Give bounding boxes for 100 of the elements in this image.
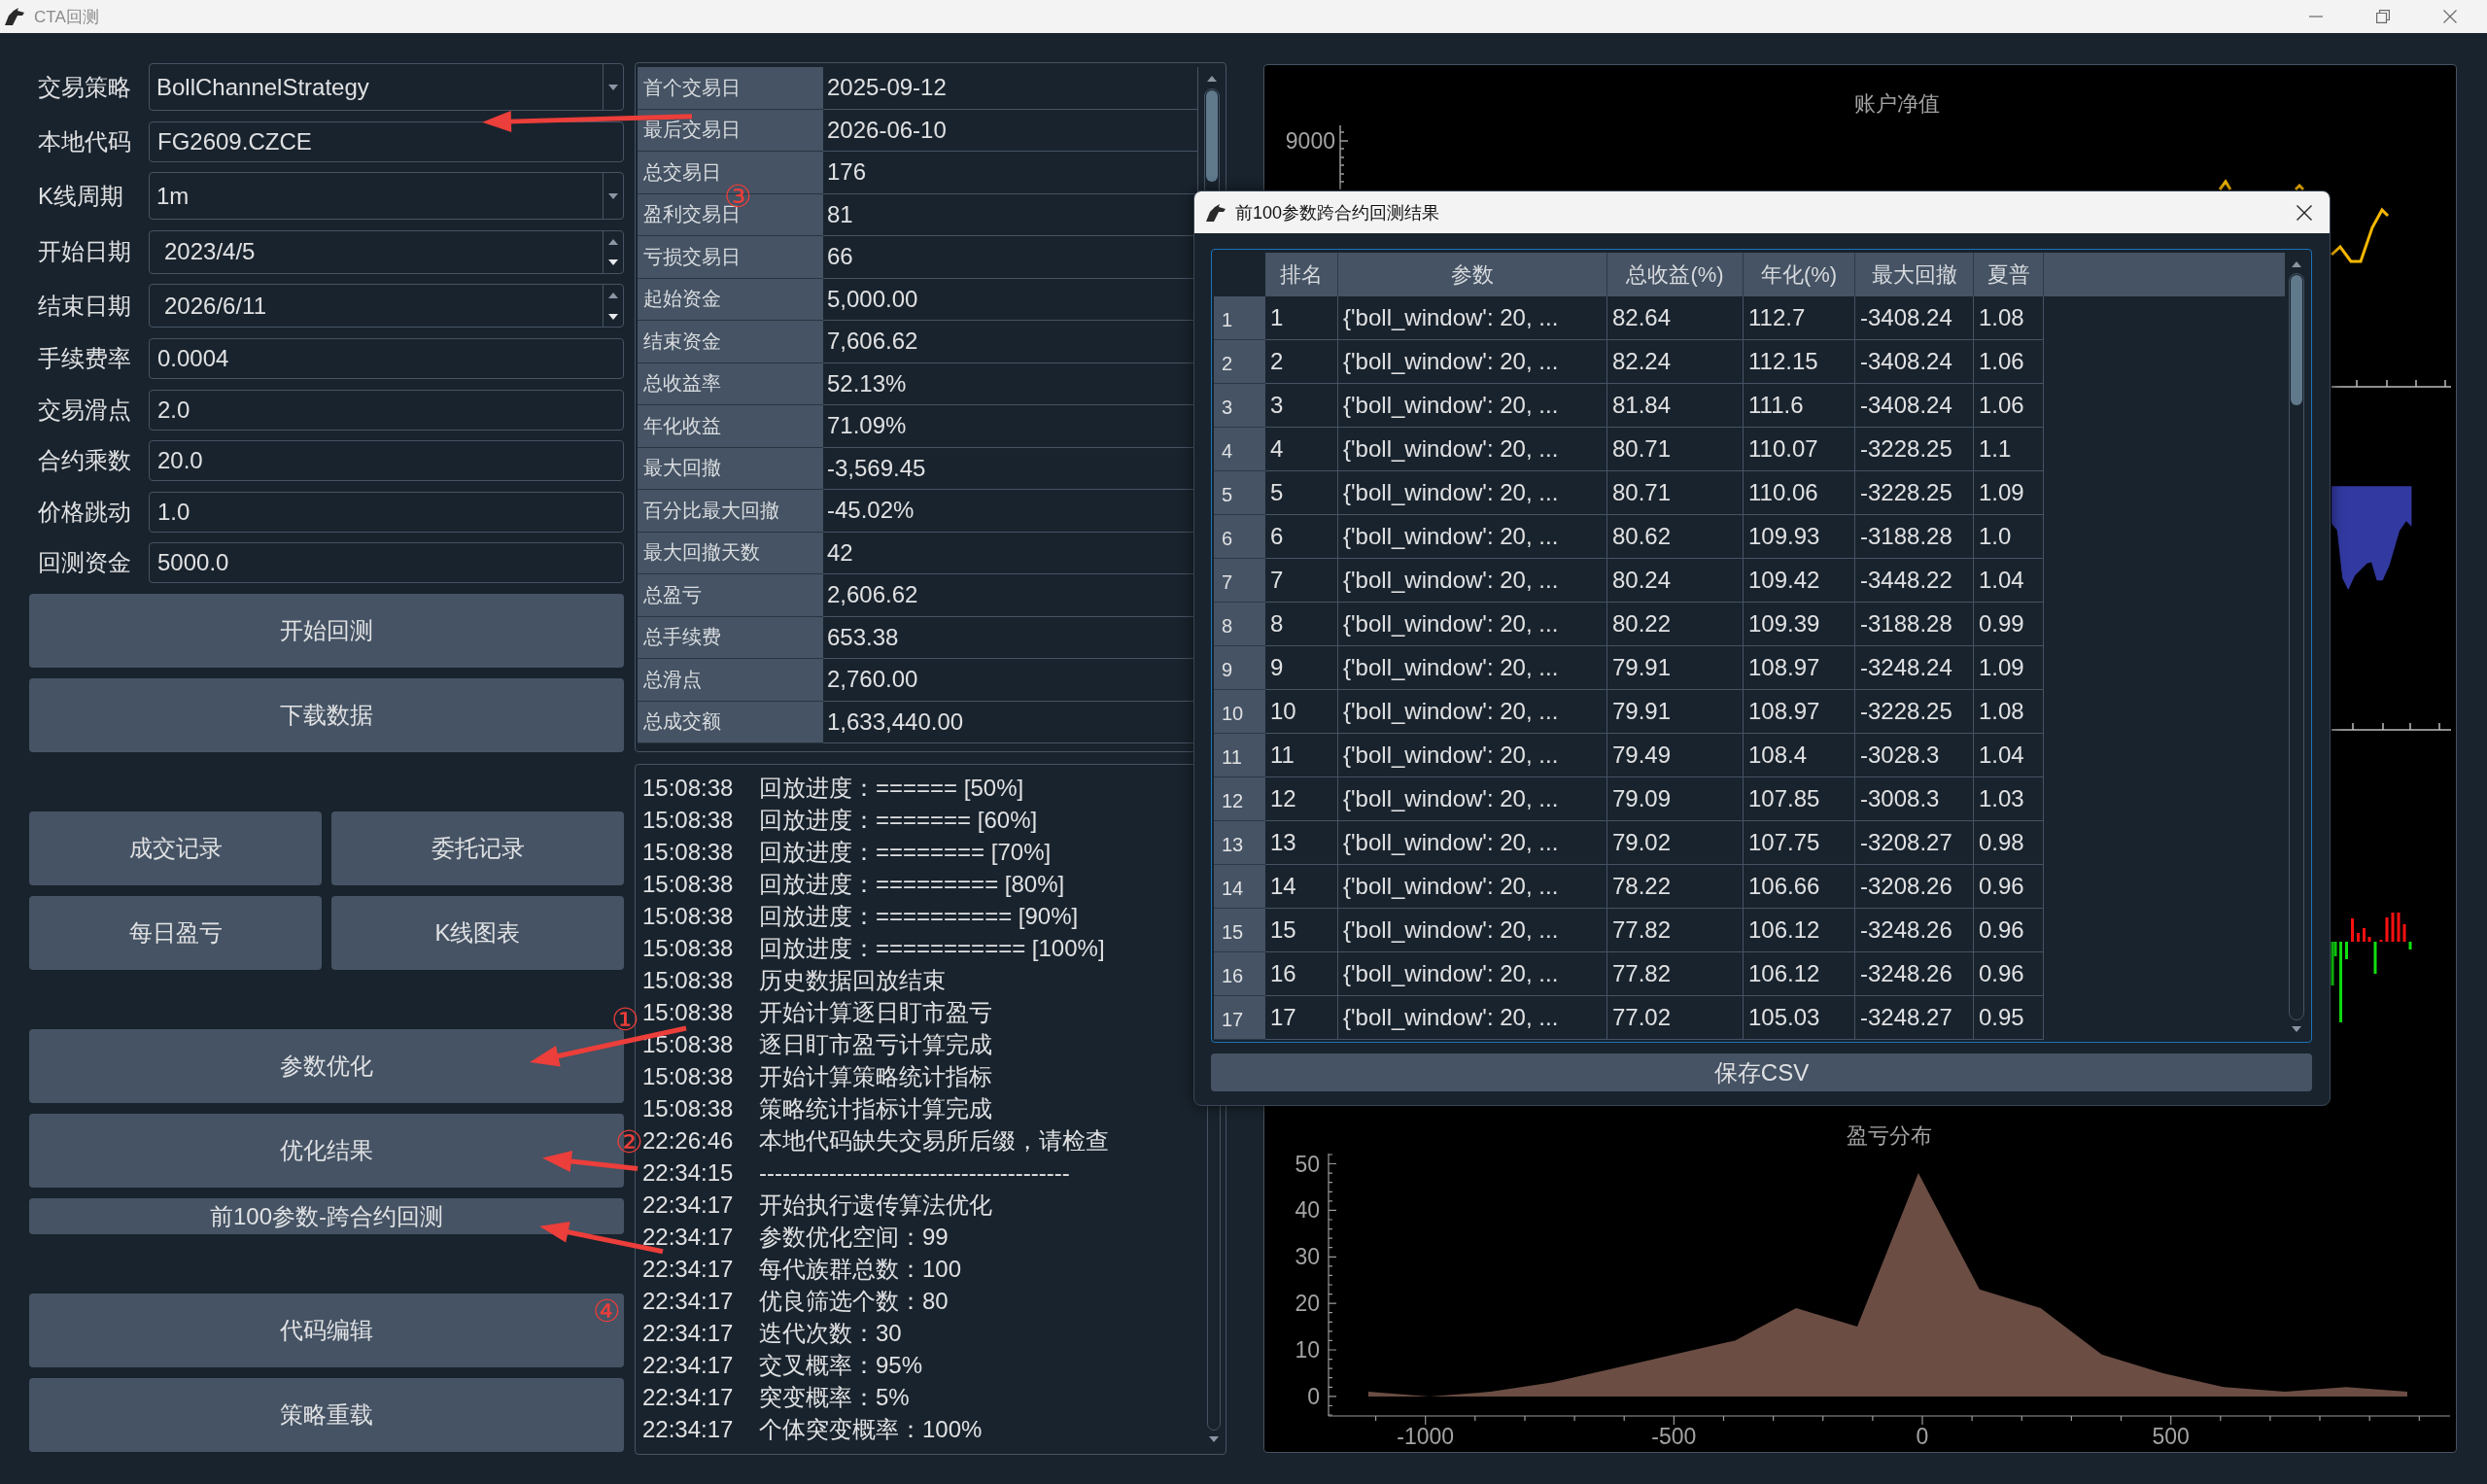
- log-message: 个体突变概率：100%: [759, 1414, 983, 1444]
- table-cell: 10: [1265, 690, 1338, 734]
- date-field[interactable]: 2023/4/5: [149, 229, 624, 274]
- row-header: 9: [1214, 646, 1265, 690]
- table-cell: -3408.24: [1855, 340, 1974, 384]
- save-csv-button[interactable]: 保存CSV: [1211, 1053, 2312, 1091]
- table-cell: -3228.25: [1855, 690, 1974, 734]
- action-button[interactable]: 每日盈亏: [29, 896, 322, 971]
- combo-box[interactable]: BollChannelStrategy: [149, 63, 624, 111]
- table-cell: -3248.26: [1855, 909, 1974, 952]
- table-cell: {'boll_window': 20, ...: [1338, 559, 1607, 603]
- pnl-bar: [2345, 942, 2348, 959]
- caret-down-icon[interactable]: [1209, 1436, 1219, 1442]
- action-button[interactable]: 参数优化: [29, 1029, 624, 1104]
- field-label: 手续费率: [37, 343, 131, 373]
- axis-tick-label: -500: [1651, 1424, 1697, 1449]
- action-button[interactable]: 策略重载: [29, 1378, 624, 1453]
- pnl-bar: [2385, 917, 2389, 942]
- table-cell: 1.08: [1974, 690, 2044, 734]
- table-cell: 6: [1265, 515, 1338, 559]
- table-cell: -3248.27: [1855, 996, 1974, 1040]
- table-cell: 2: [1265, 340, 1338, 384]
- action-button[interactable]: 成交记录: [29, 811, 322, 886]
- input-field[interactable]: 20.0: [149, 440, 624, 482]
- table-cell: 111.6: [1744, 384, 1855, 428]
- pnl-bar: [2351, 918, 2354, 942]
- row-header: 10: [1214, 690, 1265, 734]
- pnl-bar: [2363, 928, 2366, 942]
- close-icon[interactable]: [2297, 204, 2312, 221]
- log-time: 22:34:17: [642, 1351, 735, 1379]
- column-header: 排名: [1265, 253, 1338, 296]
- date-field[interactable]: 2026/6/11: [149, 284, 624, 328]
- scrollbar-thumb[interactable]: [1206, 90, 1218, 182]
- axis-tick-label: 10: [1295, 1337, 1320, 1363]
- table-cell: 108.97: [1744, 690, 1855, 734]
- table-cell: {'boll_window': 20, ...: [1338, 471, 1607, 515]
- caret-down-icon[interactable]: [608, 259, 618, 266]
- table-cell: 1.04: [1974, 734, 2044, 777]
- table-cell: 81.84: [1607, 384, 1744, 428]
- field-label: 交易策略: [37, 72, 131, 102]
- log-message: 回放进度：======== [70%]: [759, 837, 1052, 867]
- input-field[interactable]: 0.0004: [149, 337, 624, 379]
- caret-up-icon[interactable]: [1207, 76, 1217, 82]
- combo-box[interactable]: 1m: [149, 172, 624, 221]
- table-cell: 1.1: [1974, 428, 2044, 471]
- table-cell: 1.0: [1974, 515, 2044, 559]
- action-button[interactable]: 下载数据: [29, 678, 624, 753]
- table-cell: 80.71: [1607, 428, 1744, 471]
- action-button[interactable]: 委托记录: [331, 811, 624, 886]
- table-cell: 14: [1265, 865, 1338, 909]
- chart-title: 账户净值: [1854, 90, 1940, 116]
- input-field[interactable]: 5000.0: [149, 542, 624, 584]
- pnl-bar: [2357, 933, 2360, 942]
- caret-up-icon[interactable]: [608, 293, 618, 299]
- table-cell: -3408.24: [1855, 296, 1974, 340]
- log-message: 回放进度：====== [50%]: [759, 773, 1024, 803]
- table-cell: 3: [1265, 384, 1338, 428]
- log-message: 开始计算策略统计指标: [759, 1061, 992, 1091]
- table-cell: 0.95: [1974, 996, 2044, 1040]
- caret-down-icon[interactable]: [608, 313, 618, 320]
- table-cell: -3188.28: [1855, 603, 1974, 646]
- table-cell: -3028.3: [1855, 734, 1974, 777]
- axis-tick-label: 30: [1295, 1244, 1320, 1270]
- table-cell: 82.64: [1607, 296, 1744, 340]
- row-header: 4: [1214, 428, 1265, 471]
- table-cell: 0.96: [1974, 909, 2044, 952]
- table-cell: 108.97: [1744, 646, 1855, 690]
- input-field[interactable]: 1.0: [149, 491, 624, 533]
- row-header: 5: [1214, 471, 1265, 515]
- log-message: 参数优化空间：99: [759, 1222, 949, 1252]
- restore-icon[interactable]: [2376, 10, 2390, 23]
- log-time: 22:34:17: [642, 1287, 735, 1315]
- axis-tick-label: 0: [1307, 1383, 1320, 1409]
- table-cell: 79.49: [1607, 734, 1744, 777]
- input-field[interactable]: 2.0: [149, 389, 624, 431]
- table-cell: 1: [1265, 296, 1338, 340]
- action-button[interactable]: 开始回测: [29, 594, 624, 669]
- table-cell: -3248.24: [1855, 646, 1974, 690]
- table-cell: 107.85: [1744, 777, 1855, 821]
- log-message: 开始计算逐日盯市盈亏: [759, 997, 992, 1027]
- table-cell: {'boll_window': 20, ...: [1338, 646, 1607, 690]
- caret-up-icon[interactable]: [2292, 261, 2301, 267]
- caret-down-icon[interactable]: [2292, 1026, 2301, 1032]
- log-message: 开始执行遗传算法优化: [759, 1190, 992, 1220]
- caret-up-icon[interactable]: [608, 238, 618, 245]
- table-cell: 79.91: [1607, 690, 1744, 734]
- field-label: 价格跳动: [37, 497, 131, 527]
- row-header: 2: [1214, 340, 1265, 384]
- log-message: 每代族群总数：100: [759, 1254, 962, 1284]
- stat-label: 首个交易日: [638, 67, 823, 110]
- table-cell: -3188.28: [1855, 515, 1974, 559]
- scrollbar-thumb[interactable]: [2291, 275, 2302, 405]
- action-button[interactable]: K线图表: [331, 896, 624, 971]
- action-button[interactable]: 前100参数-跨合约回测: [29, 1198, 624, 1235]
- log-time: 22:34:15: [642, 1158, 735, 1187]
- log-message: 逐日盯市盈亏计算完成: [759, 1029, 992, 1059]
- table-cell: 13: [1265, 821, 1338, 865]
- table-cell: 1.03: [1974, 777, 2044, 821]
- log-message: 回放进度：=========== [100%]: [759, 933, 1105, 963]
- table-cell: 11: [1265, 734, 1338, 777]
